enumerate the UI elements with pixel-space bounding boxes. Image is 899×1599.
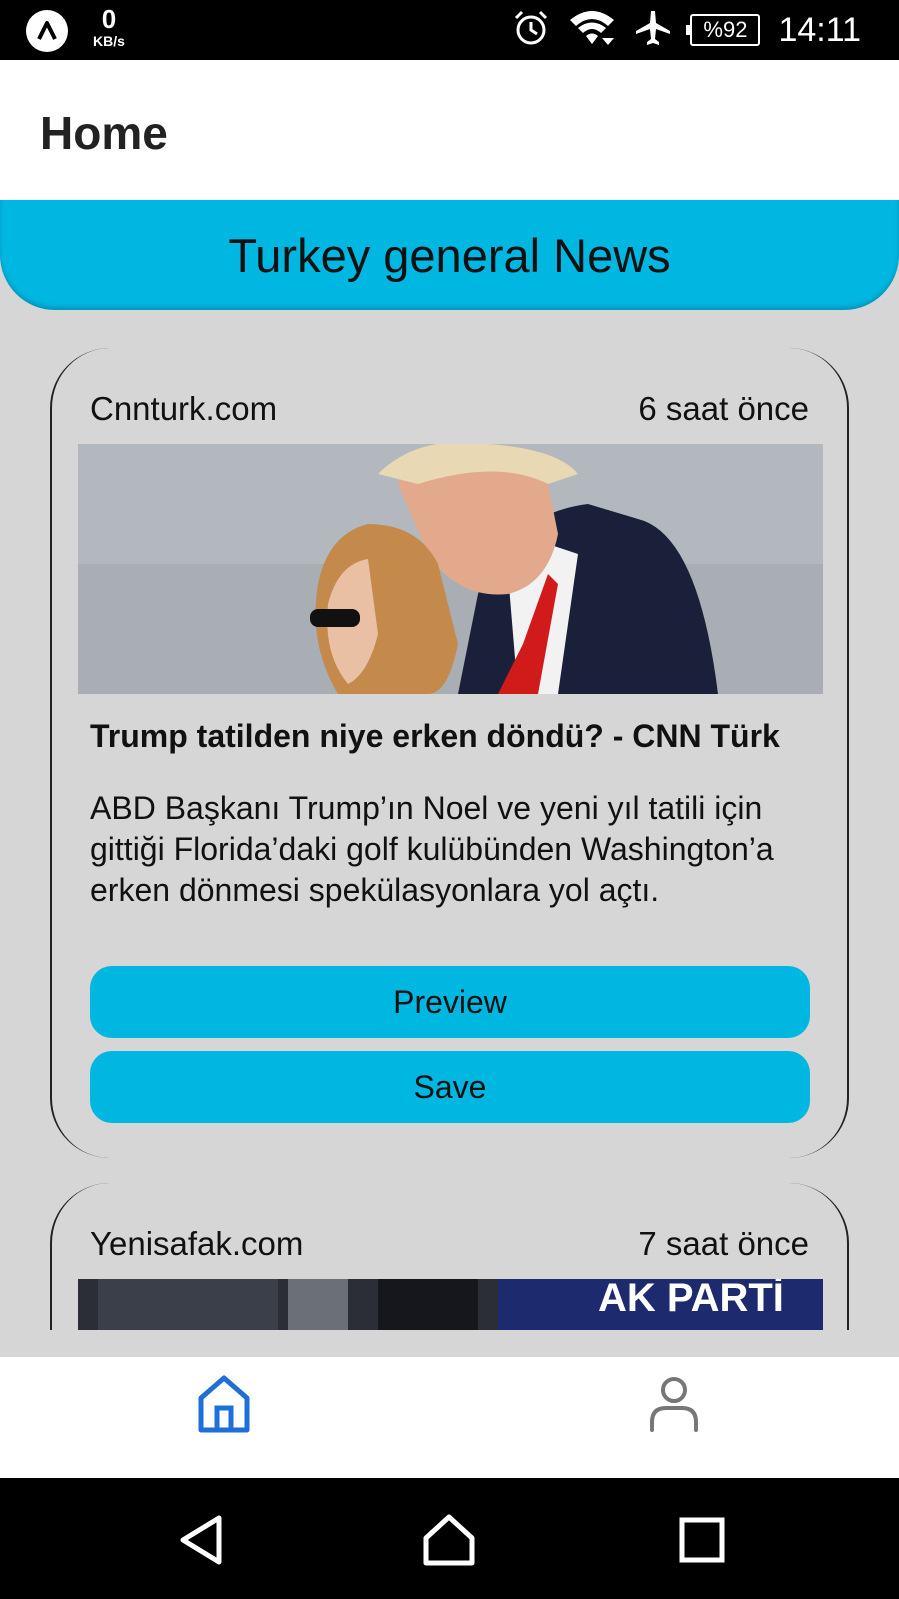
news-image[interactable]: AK PARTİ xyxy=(78,1279,823,1330)
recent-apps-icon[interactable] xyxy=(676,1514,728,1566)
system-home-icon[interactable] xyxy=(423,1514,475,1566)
network-speed-unit: KB/s xyxy=(93,33,125,49)
news-card[interactable]: Cnnturk.com 6 saat önce Trump tatilden n… xyxy=(50,348,849,1158)
battery-icon: %92 xyxy=(686,14,761,46)
clock: 14:11 xyxy=(778,10,861,49)
category-banner: Turkey general News xyxy=(0,200,899,310)
system-navigation-bar xyxy=(0,1478,899,1599)
news-headline[interactable]: Trump tatilden niye erken döndü? - CNN T… xyxy=(90,718,810,755)
news-source: Yenisafak.com xyxy=(90,1225,304,1262)
news-image-caption: AK PARTİ xyxy=(598,1279,784,1320)
airplane-icon xyxy=(634,9,672,52)
save-button[interactable]: Save xyxy=(90,1051,810,1123)
status-bar: 0 KB/s %92 14:11 xyxy=(0,0,899,60)
news-time: 7 saat önce xyxy=(638,1225,809,1262)
news-card[interactable]: Yenisafak.com 7 saat önce AK PARTİ xyxy=(50,1183,849,1330)
network-speed: 0 KB/s xyxy=(85,6,133,48)
profile-icon[interactable] xyxy=(648,1374,700,1434)
network-speed-value: 0 xyxy=(101,4,117,34)
bottom-navigation xyxy=(0,1357,899,1478)
news-source: Cnnturk.com xyxy=(90,390,278,427)
wifi-icon xyxy=(568,8,616,53)
news-feed[interactable]: Cnnturk.com 6 saat önce Trump tatilden n… xyxy=(0,310,899,1330)
home-icon[interactable] xyxy=(196,1374,252,1434)
alarm-icon xyxy=(512,9,550,52)
preview-button[interactable]: Preview xyxy=(90,966,810,1038)
back-icon[interactable] xyxy=(175,1514,227,1566)
news-description: ABD Başkanı Trump’ın Noel ve yeni yıl ta… xyxy=(90,790,774,908)
page-title: Home xyxy=(40,107,168,159)
category-title: Turkey general News xyxy=(228,229,671,282)
app-bar: Home xyxy=(0,60,899,200)
news-image[interactable] xyxy=(78,444,823,694)
news-time: 6 saat önce xyxy=(638,390,809,427)
app-badge-icon xyxy=(26,10,68,52)
